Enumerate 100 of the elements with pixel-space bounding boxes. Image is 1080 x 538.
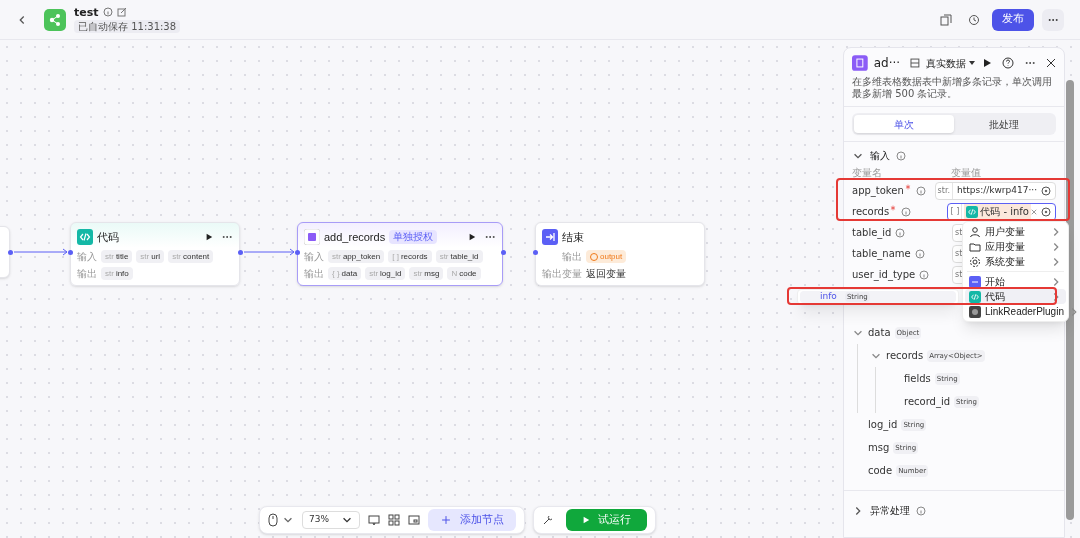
connector-arrow <box>244 247 295 257</box>
data-mode-select[interactable]: 真实数据 <box>926 55 976 71</box>
help-icon[interactable] <box>1002 57 1014 69</box>
variable-tag: str app_token <box>328 250 385 263</box>
field-name: msg <box>868 441 890 455</box>
param-name: records <box>852 204 898 219</box>
info-icon[interactable] <box>901 206 912 217</box>
more-button[interactable] <box>1042 8 1064 31</box>
field-name: data <box>868 326 891 340</box>
play-icon[interactable] <box>205 233 213 241</box>
menu-item[interactable]: 用户变量 <box>965 224 1066 239</box>
param-name: app_token <box>852 183 912 198</box>
row-label: 输入 <box>304 250 324 264</box>
table-icon <box>304 229 320 245</box>
info-icon[interactable] <box>896 150 906 161</box>
variable-tag: str info <box>101 267 133 280</box>
mode-tab[interactable]: 单次 <box>854 115 954 133</box>
field-name: code <box>868 464 893 478</box>
workflow-logo-icon <box>44 8 66 31</box>
section-title: 异常处理 <box>870 504 910 518</box>
node-title: 结束 <box>562 229 584 245</box>
param-name: table_id <box>852 226 892 240</box>
play-icon <box>582 516 590 524</box>
variable-picker-icon[interactable] <box>1041 185 1051 196</box>
minimap-icon[interactable] <box>408 514 420 526</box>
add-node-button[interactable]: 添加节点 <box>428 509 516 531</box>
node-description: 在多维表格数据表中新增多条记录，单次调用最多新增 500 条记录。 <box>844 72 1064 107</box>
variable-picker-icon[interactable] <box>1041 206 1051 217</box>
variable-tag: N code <box>447 267 481 280</box>
menu-item[interactable]: 应用变量 <box>965 239 1066 254</box>
node-title: add_records <box>324 229 386 245</box>
variable-tag: str table_id <box>435 250 483 263</box>
variable-tag: { } data <box>328 267 362 280</box>
wrench-icon[interactable] <box>542 514 554 526</box>
auth-badge[interactable]: 单独授权 <box>389 230 438 244</box>
row-label: 输出变量 <box>542 267 582 281</box>
plugin-icon <box>969 305 981 318</box>
row-value: 返回变量 <box>586 267 626 281</box>
value-field[interactable]: [ ] 代码 - info <box>947 202 1056 221</box>
database-icon <box>910 58 920 68</box>
variable-tag: str title <box>101 250 133 263</box>
user-icon <box>969 225 981 238</box>
info-icon[interactable] <box>915 185 926 196</box>
row-label: 输出 <box>304 267 324 281</box>
play-icon[interactable] <box>982 58 992 68</box>
exit-icon <box>542 229 558 245</box>
node-card[interactable]: add_records 单独授权 输入 str app_token [ ] records str table_id 输出 { } data str log_id str msg N code <box>297 222 503 286</box>
publish-button[interactable]: 发布 <box>992 8 1034 31</box>
comment-icon[interactable] <box>368 514 380 526</box>
history-icon[interactable] <box>968 13 980 26</box>
field-name: log_id <box>868 418 898 432</box>
table-icon <box>852 55 868 71</box>
node-card[interactable]: 代码 输入 str title str url str content 输出 str info <box>70 222 240 286</box>
menu-item[interactable]: 开始 <box>965 274 1066 289</box>
settings-icon <box>969 255 981 268</box>
autosave-status: 已自动保存 11:31:38 <box>74 19 181 33</box>
plus-icon <box>440 514 452 526</box>
mode-tab[interactable]: 批处理 <box>954 115 1054 133</box>
variable-tag: str content <box>168 250 214 263</box>
start-icon <box>969 275 981 288</box>
info-icon[interactable] <box>914 248 925 259</box>
required-icon <box>889 204 898 212</box>
info-icon[interactable] <box>895 227 906 238</box>
copy-icon[interactable] <box>940 13 952 26</box>
code-icon <box>969 290 981 303</box>
variable-tag: str msg <box>409 267 444 280</box>
code-icon <box>77 229 93 245</box>
menu-item[interactable]: LinkReaderPlugin <box>965 304 1066 319</box>
folder-icon <box>969 240 981 253</box>
variable-tag: str url <box>136 250 165 263</box>
close-icon[interactable] <box>1046 58 1056 68</box>
section-title: 输入 <box>870 149 890 163</box>
field-name: records <box>886 349 924 363</box>
grid-icon[interactable] <box>388 514 400 526</box>
play-icon[interactable] <box>468 233 476 241</box>
connector-arrow <box>14 247 68 257</box>
param-name: user_id_type <box>852 268 916 282</box>
variable-tag: [ ] records <box>388 250 432 263</box>
info-icon[interactable] <box>919 269 930 280</box>
node-title: 代码 <box>97 229 119 245</box>
field-name: record_id <box>904 395 951 409</box>
panel-title: ad··· <box>873 55 901 72</box>
zoom-select[interactable]: 73% <box>302 511 360 529</box>
code-icon <box>966 205 979 218</box>
field-name: fields <box>904 372 931 386</box>
row-label: 输出 <box>77 267 97 281</box>
info-icon[interactable] <box>102 7 113 17</box>
caret-icon <box>968 59 976 67</box>
mouse-icon[interactable] <box>268 513 278 527</box>
column-header: 变量值 <box>951 166 981 180</box>
node-card[interactable]: 结束 输出 output 输出变量 返回变量 <box>535 222 705 286</box>
edit-icon[interactable] <box>116 7 127 17</box>
menu-item[interactable]: 系统变量 <box>965 254 1066 269</box>
variable-chip[interactable]: 代码 - info <box>964 204 1031 219</box>
info-icon[interactable] <box>916 505 926 516</box>
variable-tag: output <box>586 250 627 263</box>
clear-icon[interactable] <box>1031 208 1037 215</box>
required-icon <box>903 183 912 191</box>
row-label: 输入 <box>77 250 97 264</box>
value-field[interactable]: str. https://kwrp417··· <box>934 181 1056 200</box>
